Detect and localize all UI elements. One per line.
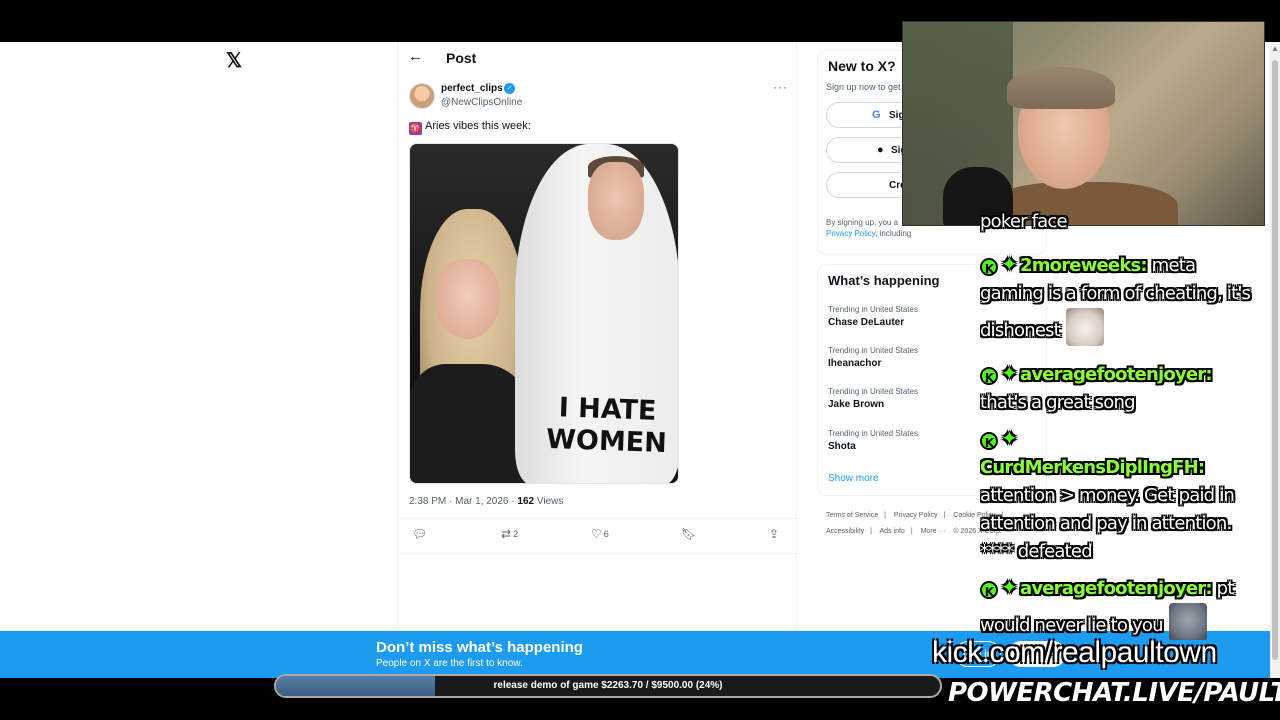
scrollbar-thumb[interactable] — [1272, 60, 1278, 660]
repost-button[interactable]: ⇄ 2 — [501, 527, 518, 541]
scrollbar[interactable]: ▲ — [1270, 42, 1280, 678]
scroll-up-icon[interactable]: ▲ — [1271, 44, 1279, 53]
footer-separator: | — [943, 512, 946, 519]
x-logo-icon[interactable]: 𝕏 — [226, 48, 242, 73]
repost-icon: ⇄ — [501, 527, 512, 541]
webcam-streamer-cap — [1007, 67, 1115, 109]
footer-link[interactable]: Accessibility — [826, 528, 864, 535]
chat-username: CurdMerkensDiplIngFH: — [980, 457, 1205, 478]
post-timestamp[interactable]: 2:38 PM · Mar 1, 2026 · — [409, 496, 517, 507]
post-column: ← Post perfect_clips ✓ @NewClipsOnline ·… — [397, 42, 798, 678]
legal-text: By signing up, you a — [826, 218, 899, 227]
banner-title: Don’t miss what’s happening — [376, 639, 583, 656]
trend-item[interactable]: Trending in United States Iheanachor — [828, 346, 918, 369]
chat-overlay: poker face K ✦ 2moreweeks: meta gaming is … — [980, 210, 1270, 640]
trend-item[interactable]: Trending in United States Shota — [828, 429, 918, 452]
trend-context: Trending in United States — [828, 429, 918, 438]
trend-name: Jake Brown — [828, 399, 885, 410]
show-more-link[interactable]: Show more — [828, 473, 879, 484]
like-button[interactable]: ♡ 6 — [591, 527, 609, 541]
views-label: Views — [534, 496, 564, 507]
sub-badge-icon: ✦ — [1001, 252, 1018, 276]
post-header: ← Post — [398, 42, 798, 74]
raccoon-emote-icon — [1168, 603, 1207, 640]
kick-url-overlay: kick.com/realpaultown — [932, 636, 1217, 669]
share-icon[interactable]: ⇪ — [769, 527, 779, 541]
trends-title: What’s happening — [828, 273, 940, 288]
trend-context: Trending in United States — [828, 346, 918, 355]
chat-message: K ✦ CurdMerkensDiplIngFH: attention > mone… — [980, 424, 1260, 566]
back-arrow-icon[interactable]: ← — [408, 48, 423, 65]
chat-message: K ✦ 2moreweeks: meta gaming is a form of c… — [980, 250, 1260, 346]
footer-separator: | — [910, 528, 913, 535]
avatar[interactable] — [409, 83, 435, 109]
kick-badge-icon: K — [980, 258, 998, 276]
kick-badge-icon: K — [980, 581, 998, 599]
footer-link[interactable]: Ads info — [880, 528, 905, 535]
apple-icon: ● — [877, 144, 884, 156]
verified-badge-icon: ✓ — [504, 83, 515, 94]
tweet-image[interactable]: I HATE WOMEN — [409, 143, 679, 484]
reply-icon[interactable]: 💬︎ — [412, 527, 427, 541]
shirt-text: I HATE WOMEN — [545, 392, 668, 460]
post-meta: 2:38 PM · Mar 1, 2026 · 162 Views — [409, 496, 563, 507]
trend-name: Shota — [828, 441, 856, 452]
sub-badge-icon: ✦ — [1001, 426, 1018, 450]
webcam-overlay — [902, 21, 1265, 226]
chat-text: attention > money. Get paid in attention… — [980, 485, 1235, 562]
chat-message: K ✦ averagefootenjoyer: pt would never lie… — [980, 573, 1260, 640]
footer-separator: | — [870, 528, 872, 535]
tweet-text: ♈ Aries vibes this week: — [409, 120, 531, 135]
sub-badge-icon: ✦ — [1001, 575, 1018, 599]
sub-badge-icon: ✦ — [1001, 361, 1018, 385]
trend-item[interactable]: Trending in United States Chase DeLauter — [828, 305, 918, 328]
man-face — [588, 162, 644, 240]
tweet-text-content: Aries vibes this week: — [425, 120, 531, 132]
aries-emoji-icon: ♈ — [409, 122, 422, 135]
trend-name: Chase DeLauter — [828, 317, 905, 328]
footer-link[interactable]: More ··· — [921, 528, 946, 535]
trend-item[interactable]: Trending in United States Jake Brown — [828, 387, 918, 410]
woman-top — [410, 364, 530, 483]
legal-tail: , including — [875, 229, 912, 238]
trend-context: Trending in United States — [828, 305, 918, 314]
donation-goal-text: release demo of game $2263.70 / $9500.00… — [493, 680, 723, 691]
author-handle[interactable]: @NewClipsOnline — [441, 97, 522, 108]
chat-message-partial: poker face — [980, 211, 1068, 232]
more-options-icon[interactable]: ··· — [773, 80, 788, 94]
divider — [398, 518, 798, 519]
kick-badge-icon: K — [980, 367, 998, 385]
page-title: Post — [446, 50, 477, 66]
chat-username: averagefootenjoyer: — [1019, 578, 1213, 599]
chat-message: K ✦ averagefootenjoyer: that's a great son… — [980, 359, 1260, 417]
footer-link[interactable]: Privacy Policy — [894, 512, 938, 519]
like-count: 6 — [603, 529, 609, 539]
signup-subtitle: Sign up now to get y — [826, 82, 908, 92]
trend-name: Iheanachor — [828, 358, 882, 369]
cat-emote-icon — [1065, 308, 1104, 346]
divider — [398, 553, 798, 554]
views-count: 162 — [517, 496, 535, 507]
author-name[interactable]: perfect_clips — [441, 83, 503, 94]
chat-username: averagefootenjoyer: — [1019, 364, 1213, 385]
footer-link[interactable]: Terms of Service — [826, 512, 878, 519]
kick-badge-icon: K — [980, 432, 998, 450]
heart-icon: ♡ — [591, 527, 602, 541]
woman-face — [435, 259, 500, 339]
chat-text: that's a great song — [980, 392, 1136, 413]
privacy-policy-link[interactable]: Privacy Policy — [826, 229, 875, 238]
google-icon: G — [872, 109, 881, 121]
trend-context: Trending in United States — [828, 387, 918, 396]
donation-goal-bar: release demo of game $2263.70 / $9500.00… — [274, 674, 942, 698]
banner-subtitle: People on X are the first to know. — [376, 658, 523, 669]
powerchat-overlay: POWERCHAT.LIVE/PAULTOWN — [948, 678, 1280, 708]
repost-count: 2 — [513, 529, 519, 539]
footer-separator: | — [884, 512, 886, 519]
bookmark-icon[interactable]: 🔖︎ — [681, 527, 696, 541]
chat-username: 2moreweeks: — [1019, 255, 1148, 276]
signup-title: New to X? — [828, 58, 896, 74]
stream-frame: 𝕏 ← Post perfect_clips ✓ @NewClipsOnline… — [0, 0, 1280, 720]
